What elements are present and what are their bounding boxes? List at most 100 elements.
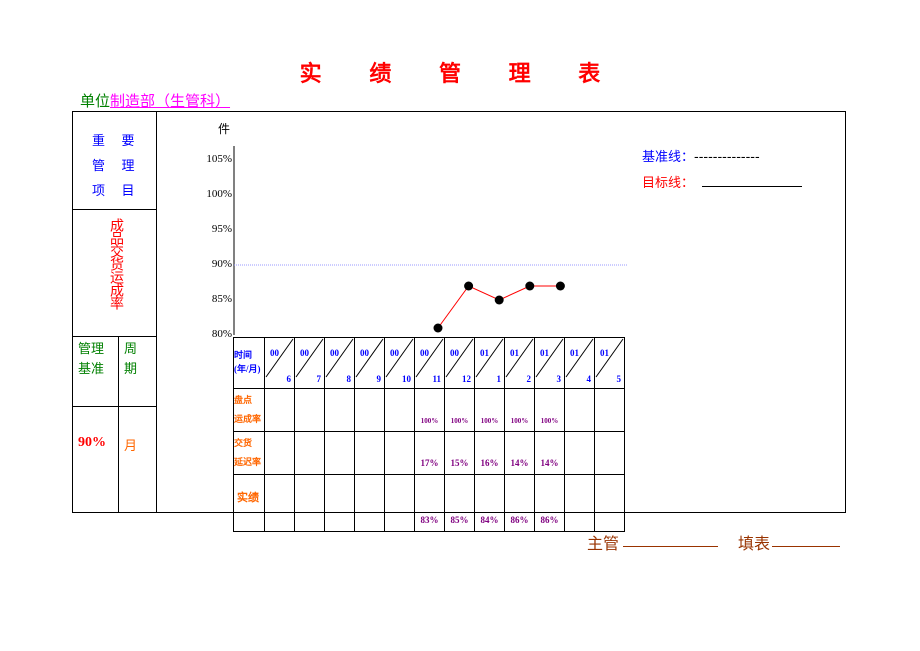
table-cell <box>354 388 385 432</box>
table-cell <box>594 388 625 432</box>
row-label-line: 延迟率 <box>234 457 262 467</box>
period-header: 01 5 <box>594 337 625 389</box>
cell-value: 100% <box>510 417 529 425</box>
table-cell: 84% <box>474 474 505 532</box>
period-month: 9 <box>376 374 382 384</box>
supervisor-label: 主管 <box>587 534 620 553</box>
table-cell: 83% <box>414 474 445 532</box>
period-month: 1 <box>496 374 502 384</box>
period-month: 4 <box>586 374 592 384</box>
table-cell <box>294 431 325 475</box>
period-year: 01 <box>480 348 489 358</box>
table-cell: 14% <box>534 431 565 475</box>
cell-value: 15% <box>450 458 469 468</box>
period-header: 00 6 <box>264 337 295 389</box>
table-cell <box>564 388 595 432</box>
period-month: 7 <box>316 374 322 384</box>
table-cell <box>324 474 355 532</box>
cell-value: 14% <box>540 458 559 468</box>
period-month: 6 <box>286 374 292 384</box>
period-month: 2 <box>526 374 532 384</box>
filler-line[interactable] <box>772 546 840 547</box>
table-cell: 100% <box>534 388 565 432</box>
table-cell <box>354 431 385 475</box>
period-year: 00 <box>360 348 369 358</box>
table-cell <box>594 474 625 532</box>
data-point <box>555 281 565 291</box>
table-row: 交货延迟率 17% 15% 16% 14% 14% <box>233 431 625 475</box>
cell-value: 83% <box>420 515 439 525</box>
period-month: 12 <box>462 374 471 384</box>
row-label: 盘点 运成率 <box>233 388 265 432</box>
time-label-1: 时间 <box>234 350 253 360</box>
table-cell <box>264 431 295 475</box>
period-month: 5 <box>616 374 622 384</box>
row-label-line: 盘点 <box>234 395 253 405</box>
period-year: 00 <box>420 348 429 358</box>
row-label-line: 运成率 <box>234 414 262 424</box>
period-year: 00 <box>390 348 399 358</box>
table-cell <box>294 388 325 432</box>
period-month: 11 <box>432 374 441 384</box>
time-label: 时间 (年/月) <box>233 337 265 389</box>
period-header: 00 9 <box>354 337 385 389</box>
cell-value: 14% <box>510 458 529 468</box>
table-cell: 100% <box>504 388 535 432</box>
table-cell: 100% <box>444 388 475 432</box>
period-header: 00 10 <box>384 337 415 389</box>
period-header: 00 11 <box>414 337 445 389</box>
table-cell: 15% <box>444 431 475 475</box>
period-header: 00 12 <box>444 337 475 389</box>
period-year: 00 <box>450 348 459 358</box>
cell-value: 86% <box>510 515 529 525</box>
table-cell <box>294 474 325 532</box>
filler-label: 填表 <box>738 534 771 553</box>
period-header: 00 7 <box>294 337 325 389</box>
row-label-line: 实绩 <box>237 492 259 504</box>
series-line <box>437 285 561 329</box>
table-cell: 14% <box>504 431 535 475</box>
table-cell <box>324 431 355 475</box>
row-label-line: 交货 <box>234 438 253 448</box>
cell-value: 85% <box>450 515 469 525</box>
table-cell <box>264 388 295 432</box>
period-header: 00 8 <box>324 337 355 389</box>
table-cell <box>384 388 415 432</box>
cell-value: 16% <box>480 458 499 468</box>
period-year: 00 <box>270 348 279 358</box>
row-label: 交货 延迟率 <box>233 431 265 475</box>
data-table: 时间 (年/月) 00 6 00 7 00 8 00 9 00 10 00 11 00 12 01 1 01 2 01… <box>233 337 625 532</box>
table-cell <box>594 431 625 475</box>
time-label-2: (年/月) <box>234 364 261 374</box>
supervisor-sign: 主管 <box>587 530 619 554</box>
table-cell: 100% <box>414 388 445 432</box>
data-point <box>464 281 474 291</box>
period-month: 8 <box>346 374 352 384</box>
table-cell <box>384 431 415 475</box>
data-point <box>433 323 443 333</box>
supervisor-line[interactable] <box>623 546 718 547</box>
table-row: 实绩 83% 85% 84% 86% 86% <box>233 474 625 532</box>
period-header: 01 4 <box>564 337 595 389</box>
table-cell: 86% <box>534 474 565 532</box>
table-cell <box>564 474 595 532</box>
period-year: 01 <box>540 348 549 358</box>
cell-value: 100% <box>540 417 559 425</box>
period-year: 00 <box>300 348 309 358</box>
period-month: 10 <box>402 374 411 384</box>
cell-value: 100% <box>480 417 499 425</box>
period-year: 01 <box>570 348 579 358</box>
period-header: 01 2 <box>504 337 535 389</box>
filler-sign: 填表 <box>738 530 770 554</box>
table-cell: 17% <box>414 431 445 475</box>
time-row: 时间 (年/月) 00 6 00 7 00 8 00 9 00 10 00 11 00 12 01 1 01 2 01… <box>233 337 625 389</box>
period-year: 01 <box>600 348 609 358</box>
table-cell <box>384 474 415 532</box>
period-year: 00 <box>330 348 339 358</box>
table-cell: 100% <box>474 388 505 432</box>
table-cell: 85% <box>444 474 475 532</box>
cell-value: 100% <box>420 417 439 425</box>
cell-value: 86% <box>540 515 559 525</box>
table-cell <box>354 474 385 532</box>
table-cell: 16% <box>474 431 505 475</box>
